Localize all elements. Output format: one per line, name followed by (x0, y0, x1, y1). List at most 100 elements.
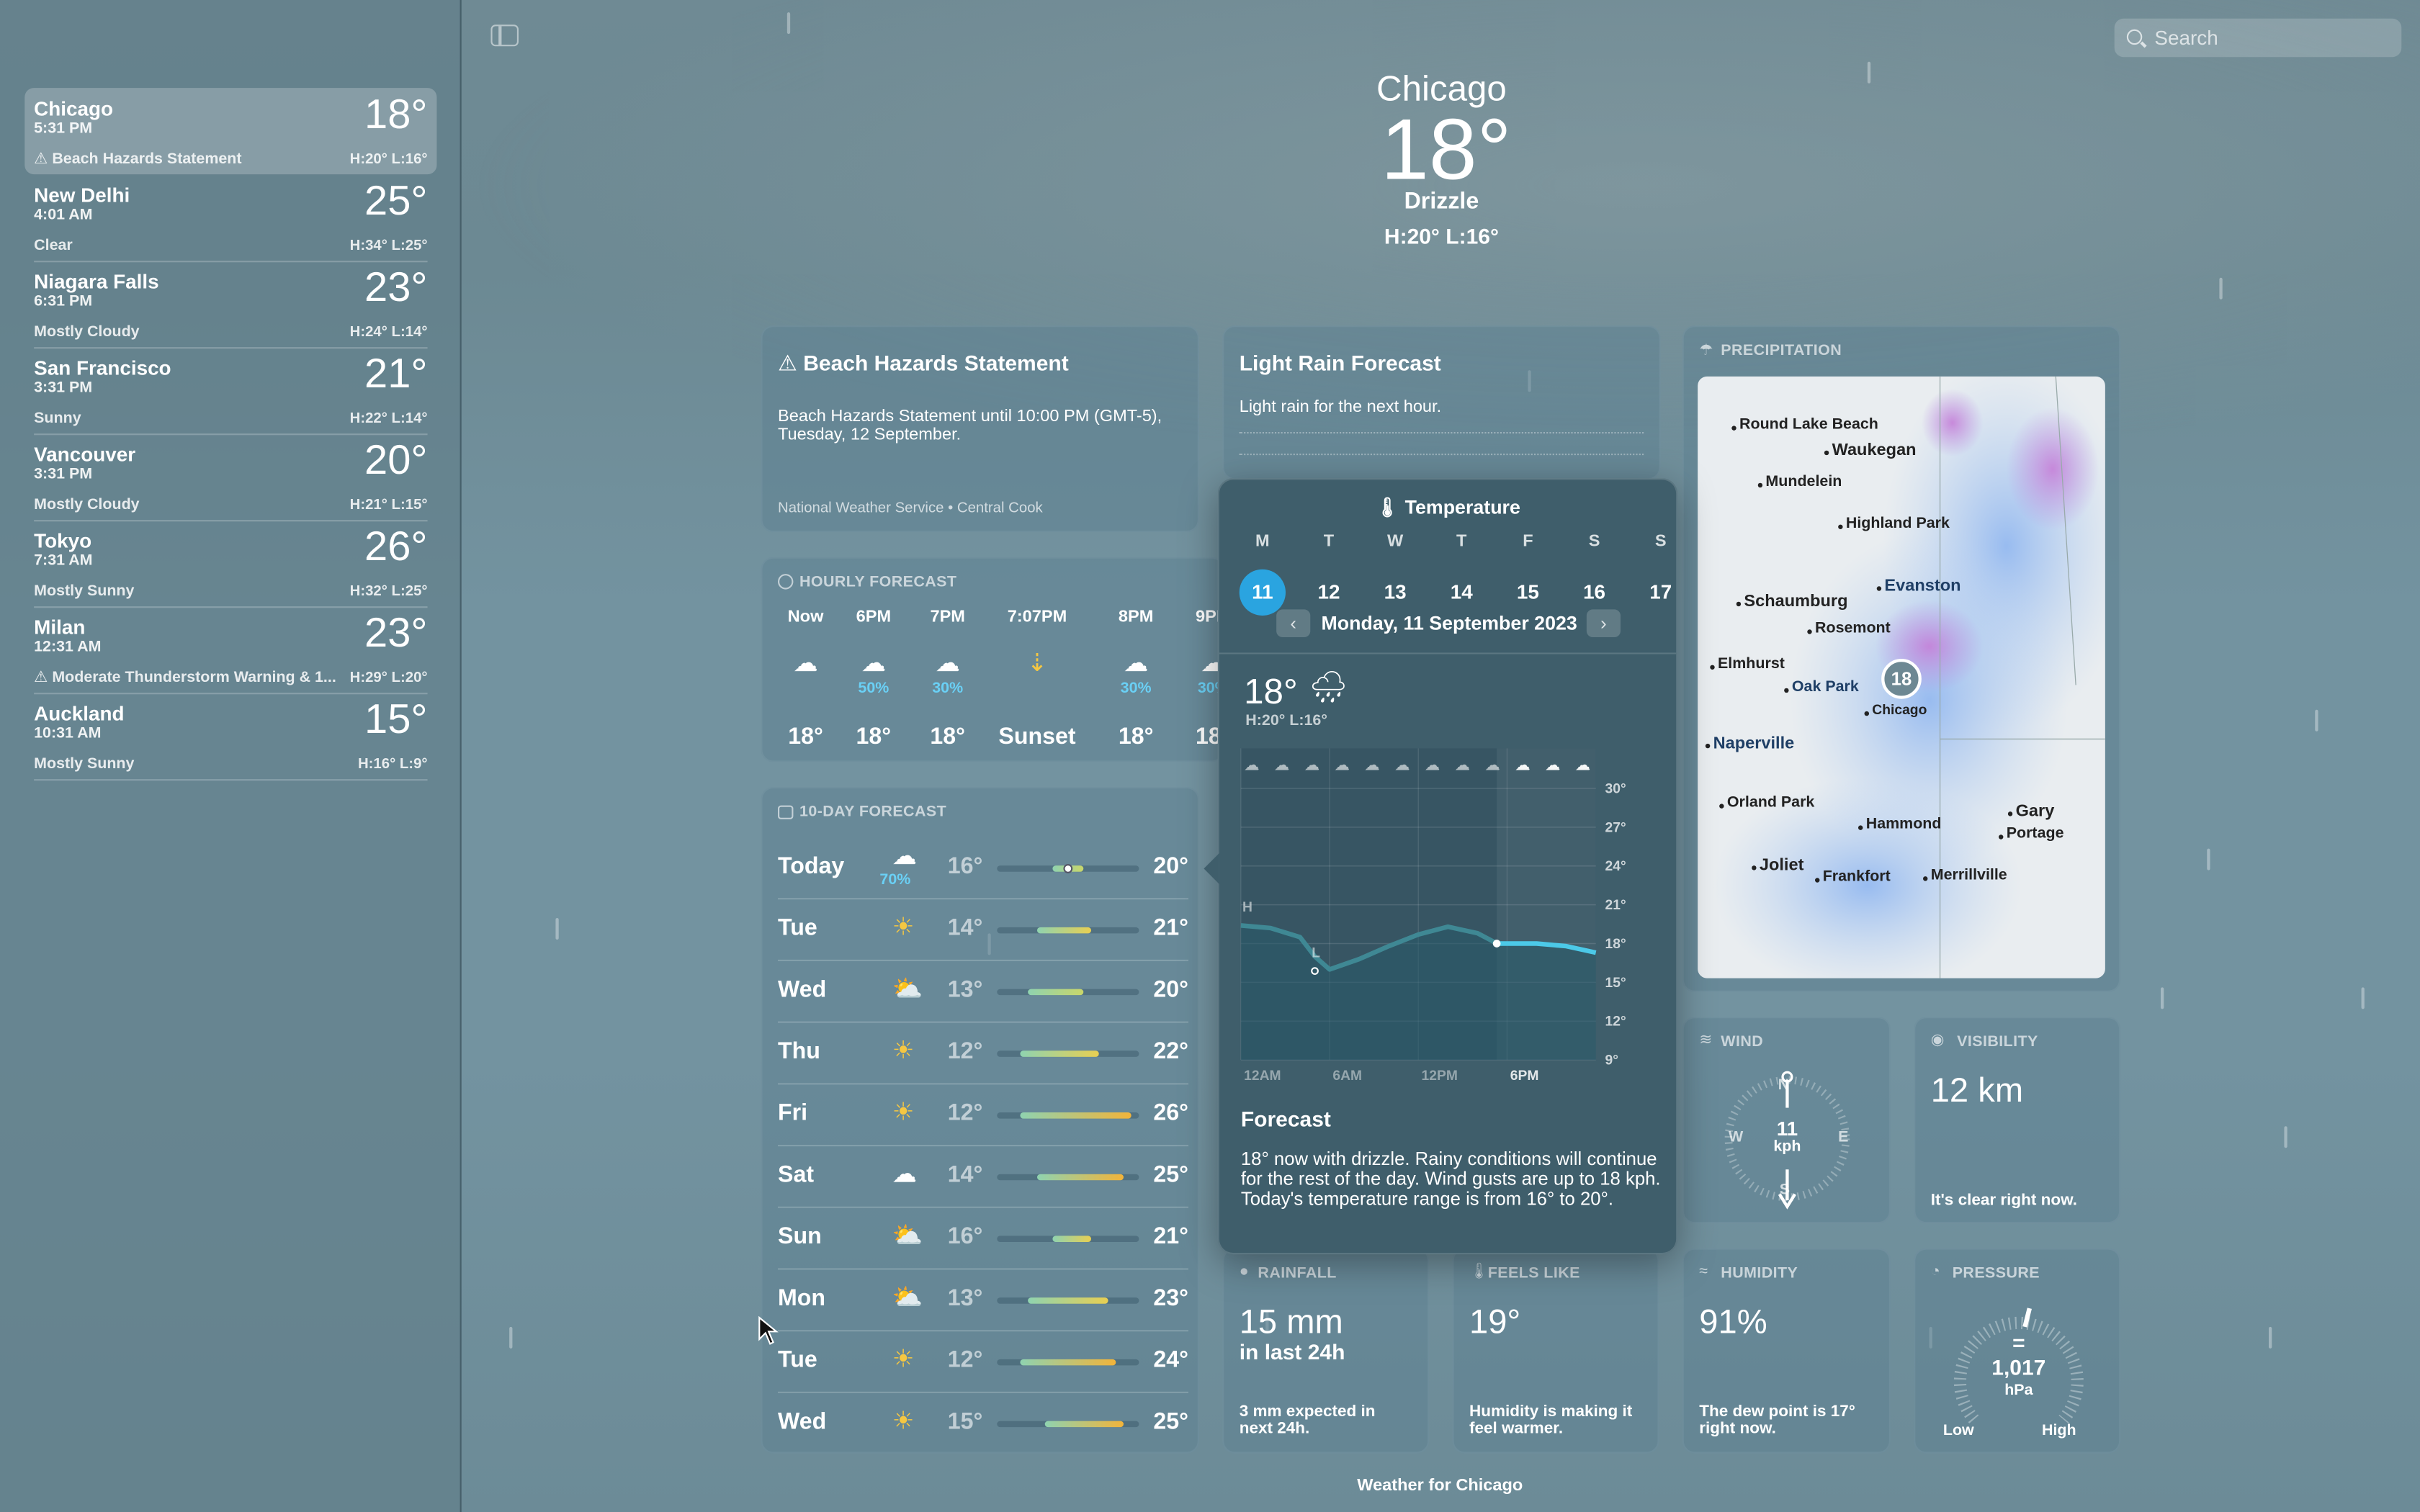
next-day-button[interactable]: › (1586, 609, 1621, 637)
date-button[interactable]: 15 (1505, 570, 1551, 616)
city-item[interactable]: Vancouver 3:31 PM 20° Mostly Cloudy H:21° L:… (24, 433, 436, 522)
feels-like-card[interactable]: 🌡 FEELS LIKE 19° Humidity is making it f… (1452, 1248, 1659, 1454)
city-temp: 15° (364, 696, 428, 742)
raindrop (2361, 987, 2365, 1009)
visibility-card[interactable]: ◉ VISIBILITY 12 km It's clear right now. (1914, 1017, 2121, 1224)
map-place-label: Gary (2015, 802, 2055, 821)
date-button[interactable]: 11 (1239, 569, 1286, 616)
temperature-popover[interactable]: 🌡 Temperature M 11 T 12 W 13 T 14 F 15 S 16 S 17 ‹ Mo… (1204, 478, 1678, 1255)
temp-range-bar (997, 1421, 1139, 1428)
day-name: Mon (778, 1285, 826, 1312)
hour-item[interactable]: 7PM ☁ 30% 18° (917, 559, 979, 761)
day-name: Fri (778, 1099, 808, 1127)
temp-range-bar (997, 1236, 1139, 1242)
wind-card[interactable]: ≋ WIND N E S W 11 kph (1682, 1017, 1891, 1224)
city-high-low: H:16° L:9° (357, 756, 428, 773)
search-field[interactable]: Search (2114, 18, 2402, 58)
city-condition-text: Moderate Thunderstorm Warning & 1... (52, 670, 336, 687)
date-button[interactable]: 17 (1638, 570, 1684, 616)
date-button[interactable]: 13 (1372, 570, 1418, 616)
x-tick-label: 12AM (1244, 1068, 1281, 1084)
raindrop (555, 918, 559, 940)
search-placeholder: Search (2154, 26, 2218, 50)
hour-item[interactable]: 6PM ☁ 50% 18° (843, 559, 905, 761)
day-row[interactable]: Wed ☀ 15° 25° (778, 1393, 1188, 1455)
rainfall-period: in last 24h (1239, 1339, 1345, 1364)
date-button[interactable]: 16 (1571, 570, 1617, 616)
map-place-label: Chicago (1872, 701, 1927, 718)
previous-day-button[interactable]: ‹ (1276, 609, 1311, 637)
map-place-dot (1876, 586, 1882, 591)
city-high-low: H:20° L:16° (349, 151, 428, 168)
day-high: 21° (1153, 914, 1188, 942)
raindrop (509, 1326, 513, 1349)
day-high: 26° (1153, 1099, 1188, 1127)
rain-cloud-icon: ☁ (935, 651, 960, 678)
precipitation-map[interactable]: Round Lake Beach Waukegan Mundelein Highlan… (1698, 376, 2105, 978)
map-place-dot (1719, 804, 1724, 809)
hour-temp: 18° (856, 723, 892, 750)
temp-range-bar (997, 1359, 1139, 1366)
city-condition-text: Mostly Sunny (34, 756, 135, 773)
day-pop: 70% (879, 871, 911, 889)
pressure-card[interactable]: ◔ PRESSURE = 1,017 hPa Low High (1914, 1248, 2121, 1454)
city-temp: 21° (364, 350, 428, 397)
city-name: Niagara Falls (34, 270, 159, 294)
day-row[interactable]: Wed ⛅ 13° 20° (778, 961, 1188, 1023)
location-pin[interactable]: 18 (1881, 659, 1922, 699)
city-item[interactable]: New Delhi 4:01 AM 25° Clear H:34° L:25° (24, 174, 436, 263)
day-row[interactable]: Sun ⛅ 16° 21° (778, 1208, 1188, 1270)
day-row[interactable]: Sat ☁ 14° 25° (778, 1146, 1188, 1208)
moon-cloud-icon: ☁ (1124, 651, 1149, 678)
ten-day-title: 10-DAY FORECAST (799, 804, 947, 821)
date-button[interactable]: 14 (1438, 570, 1484, 616)
hour-item[interactable]: 8PM ☁ 30% 18° (1105, 559, 1167, 761)
day-low: 15° (947, 1408, 983, 1435)
day-row[interactable]: Today ☁ 70% 16° 20° (778, 838, 1188, 900)
city-item[interactable]: Milan 12:31 AM 23° ⚠ Moderate Thunderstorm … (24, 606, 436, 695)
day-row[interactable]: Mon ⛅ 13° 23° (778, 1270, 1188, 1332)
map-place-label: Naperville (1713, 734, 1795, 753)
hour-label: 7:07PM (1007, 608, 1067, 626)
ten-day-forecast-card[interactable]: 10-DAY FORECAST Today ☁ 70% 16° 20° Tue ☀ 14° 21… (761, 786, 1199, 1455)
city-item[interactable]: Auckland 10:31 AM 15° Mostly Sunny H:16° L:9… (24, 693, 436, 781)
city-name: Auckland (34, 701, 125, 726)
warning-icon: ⚠ (34, 670, 53, 687)
hour-cloud-icon: ☁ (1364, 756, 1379, 773)
humidity-card[interactable]: ≈ HUMIDITY 91% The dew point is 17° righ… (1682, 1248, 1891, 1454)
hour-cloud-icon: ☁ (1394, 756, 1410, 773)
sidebar-toggle-icon[interactable] (490, 24, 519, 47)
forecast-text: 18° now with drizzle. Rainy conditions w… (1240, 1148, 1661, 1210)
wind-east: E (1838, 1129, 1849, 1147)
day-row[interactable]: Tue ☀ 12° 24° (778, 1331, 1188, 1393)
high-marker: H (1242, 900, 1252, 915)
day-row[interactable]: Fri ☀ 12° 26° (778, 1084, 1188, 1147)
city-item[interactable]: Niagara Falls 6:31 PM 23° Mostly Cloudy H:24… (24, 261, 436, 349)
low-marker: L (1312, 945, 1320, 960)
city-item[interactable]: San Francisco 3:31 PM 21° Sunny H:22° L:14° (24, 347, 436, 436)
day-high: 25° (1153, 1408, 1188, 1435)
hour-item[interactable]: 7:07PM ⇣ Sunset (998, 559, 1075, 761)
city-item[interactable]: Chicago 5:31 PM 18° ⚠ Beach Hazards Stateme… (24, 88, 437, 175)
hour-cloud-icon: ☁ (1244, 756, 1259, 773)
temperature-chart[interactable]: 30° 27° 24° 21° 18° 15° 12° 9° 12AM 6AM 12PM 6PM H L ☁… (1238, 748, 1677, 1097)
city-item[interactable]: Tokyo 7:31 AM 26° Mostly Sunny H:32° L:25° (24, 520, 436, 608)
hour-pop: 30% (932, 680, 964, 698)
map-place-label: Elmhurst (1718, 655, 1785, 673)
city-high-low: H:29° L:20° (349, 670, 428, 687)
city-high-low: H:24° L:14° (349, 324, 428, 341)
y-tick-label: 24° (1605, 859, 1626, 874)
wind-speed: 11 (1776, 1117, 1798, 1140)
rainfall-card[interactable]: ● RAINFALL 15 mm in last 24h 3 mm expect… (1222, 1248, 1430, 1454)
feels-like-note: Humidity is making it feel warmer. (1469, 1402, 1633, 1439)
day-low: 14° (947, 914, 983, 942)
date-button[interactable]: 12 (1306, 570, 1352, 616)
hourly-forecast-card[interactable]: HOURLY FORECAST Now ☁ 18° 6PM ☁ 50% 18° 7PM ☁ 30%… (761, 557, 1224, 762)
day-row[interactable]: Thu ☀ 12° 22° (778, 1023, 1188, 1085)
alert-card[interactable]: ⚠ Beach Hazards Statement Beach Hazards … (761, 325, 1199, 533)
hour-item[interactable]: Now ☁ 18° (775, 559, 837, 761)
city-time: 4:01 AM (34, 207, 93, 224)
rain-forecast-title: Light Rain Forecast (1239, 350, 1441, 375)
day-row[interactable]: Tue ☀ 14° 21° (778, 899, 1188, 961)
rain-forecast-card[interactable]: Light Rain Forecast Light rain for the n… (1222, 325, 1661, 480)
